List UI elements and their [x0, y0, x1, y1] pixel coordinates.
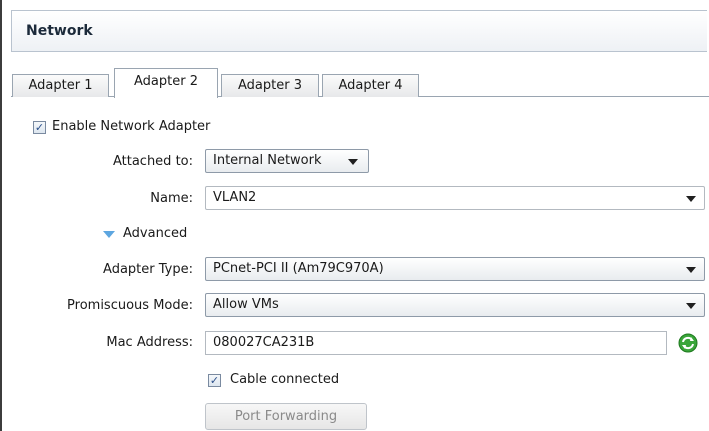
mac-address-input[interactable]: 080027CA231B	[205, 331, 667, 355]
chevron-down-icon	[686, 196, 696, 202]
refresh-icon[interactable]	[678, 333, 698, 353]
promiscuous-mode-label: Promiscuous Mode:	[67, 298, 193, 313]
section-header: Network	[11, 10, 707, 52]
attached-to-value: Internal Network	[213, 153, 322, 168]
attached-to-label: Attached to:	[112, 154, 193, 169]
name-label: Name:	[150, 191, 193, 206]
promiscuous-mode-value: Allow VMs	[213, 297, 279, 312]
chevron-down-icon	[686, 303, 696, 309]
adapter-type-label: Adapter Type:	[103, 262, 193, 277]
promiscuous-mode-select[interactable]: Allow VMs	[205, 293, 705, 317]
tab-adapter-4[interactable]: Adapter 4	[322, 74, 419, 97]
enable-adapter-checkbox[interactable]: ✓	[33, 121, 46, 134]
adapter-type-select[interactable]: PCnet-PCI II (Am79C970A)	[205, 257, 705, 281]
chevron-down-icon	[686, 267, 696, 273]
section-title: Network	[26, 23, 93, 39]
enable-adapter-label: Enable Network Adapter	[52, 119, 211, 134]
cable-connected-checkbox[interactable]: ✓	[208, 374, 221, 387]
advanced-toggle[interactable]: Advanced	[123, 226, 187, 241]
window-frame-edge	[0, 0, 2, 431]
tab-adapter-1[interactable]: Adapter 1	[12, 74, 109, 97]
port-forwarding-button[interactable]: Port Forwarding	[205, 403, 367, 430]
tab-adapter-2[interactable]: Adapter 2	[114, 68, 218, 98]
mac-address-value: 080027CA231B	[213, 335, 315, 350]
expand-triangle-icon[interactable]	[103, 231, 115, 238]
name-value: VLAN2	[213, 190, 257, 205]
cable-connected-label: Cable connected	[230, 372, 340, 387]
chevron-down-icon	[348, 159, 358, 165]
attached-to-select[interactable]: Internal Network	[205, 149, 369, 173]
adapter-type-value: PCnet-PCI II (Am79C970A)	[213, 261, 384, 276]
mac-address-label: Mac Address:	[106, 335, 193, 350]
tab-adapter-3[interactable]: Adapter 3	[221, 74, 319, 97]
name-select[interactable]: VLAN2	[205, 186, 705, 210]
